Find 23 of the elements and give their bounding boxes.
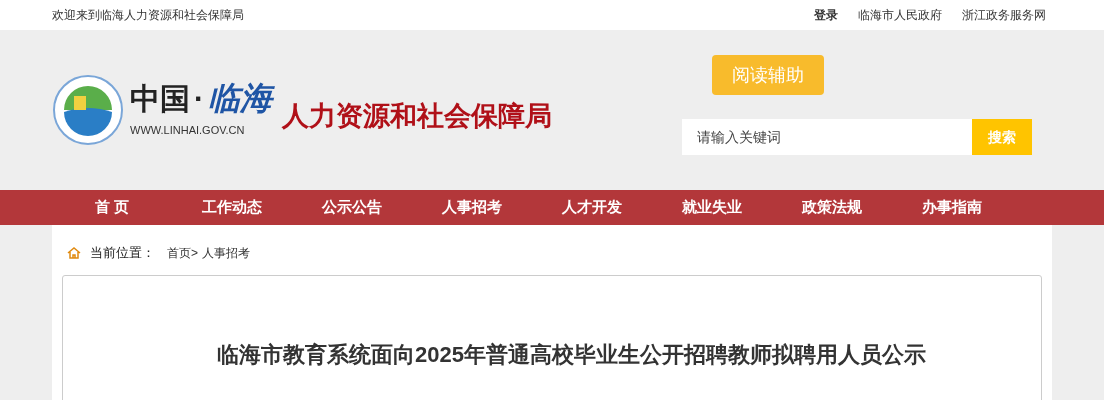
nav-item[interactable]: 就业失业	[652, 196, 772, 219]
city-seal-icon	[52, 74, 124, 146]
breadcrumb-link[interactable]: 首页>	[167, 244, 198, 262]
dot-text: ·	[194, 83, 204, 114]
top-link[interactable]: 浙江政务服务网	[962, 6, 1046, 24]
nav-item[interactable]: 办事指南	[892, 196, 1012, 219]
nav-item[interactable]: 工作动态	[172, 196, 292, 219]
top-link[interactable]: 临海市人民政府	[858, 6, 942, 24]
url-text: WWW.LINHAI.GOV.CN	[130, 122, 246, 138]
nav-item[interactable]: 首 页	[52, 196, 172, 219]
nav-item[interactable]: 公示公告	[292, 196, 412, 219]
search-field[interactable]: 请输入关键词	[682, 119, 972, 155]
breadcrumb-label: 当前位置：	[90, 244, 155, 263]
nav-item[interactable]: 人事招考	[412, 196, 532, 219]
breadcrumb-link[interactable]: 人事招考	[202, 244, 250, 262]
agency-name: 人力资源和社会保障局	[282, 99, 552, 133]
nav-item[interactable]: 人才开发	[532, 196, 652, 219]
welcome-text: 欢迎来到临海人力资源和社会保障局	[52, 7, 244, 24]
article-title: 临海市教育系统面向2025年普通高校毕业生公开招聘教师拟聘用人员公示	[217, 341, 927, 369]
top-link[interactable]: 登录	[814, 6, 838, 24]
nav-item[interactable]: 政策法规	[772, 196, 892, 219]
country-text: 中国	[130, 83, 190, 114]
home-icon	[66, 246, 82, 260]
